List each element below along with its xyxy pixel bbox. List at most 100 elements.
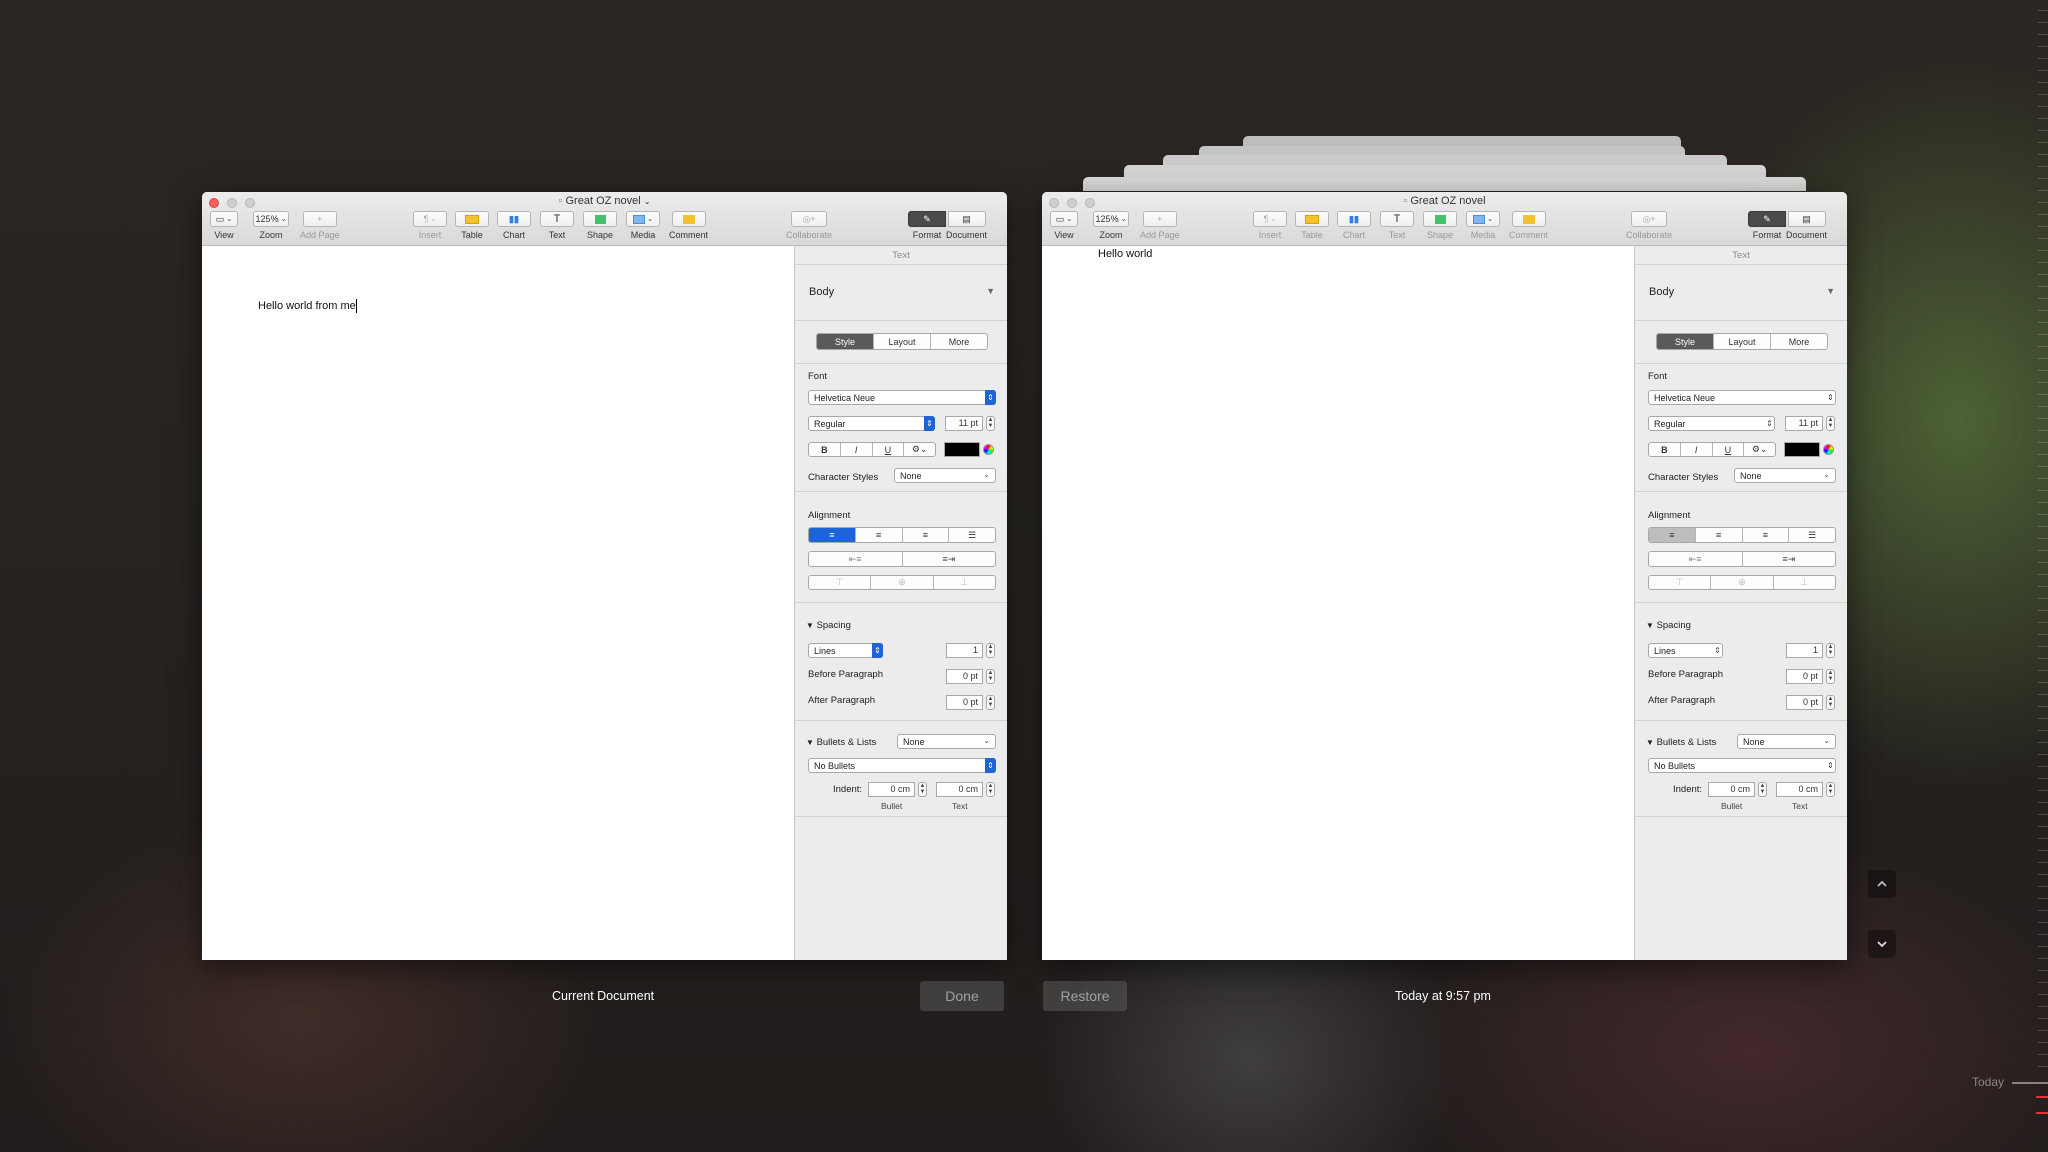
color-picker-icon[interactable] [983,444,994,455]
current-document-window[interactable]: ▫ Great OZ novel ⌄ ▭ ⌄ View 125% ⌄ Zoom + … [202,192,1007,960]
bullet-indent-field[interactable]: 0 cm [1708,782,1755,797]
collaborate-button[interactable]: ◎+ Collaborate [786,211,832,240]
tab-more[interactable]: More [931,334,987,349]
text-color-well[interactable] [944,442,980,457]
media-menu[interactable]: ⌄ Media [1466,211,1500,240]
after-paragraph-field[interactable]: 0 pt [946,695,983,710]
after-paragraph-stepper[interactable]: ▲ ▼ [1826,695,1835,710]
add-page-button[interactable]: + Add Page [300,211,340,240]
view-menu[interactable]: ▭ ⌄ View [210,211,238,240]
after-paragraph-field[interactable]: 0 pt [1786,695,1823,710]
line-spacing-stepper[interactable]: ▲ ▼ [1826,643,1835,658]
align-right-button[interactable]: ≡ [1743,528,1790,542]
decrease-indent-button[interactable]: ⇤≡ [809,552,903,566]
title-bar[interactable]: ▫ Great OZ novel ⌄ ▭ ⌄ View 125% ⌄ Zoom + … [202,192,1007,246]
text-indent-field[interactable]: 0 cm [1776,782,1823,797]
zoom-menu[interactable]: 125% ⌄ Zoom [253,211,289,240]
text-indent-stepper[interactable]: ▲ ▼ [1826,782,1835,797]
before-paragraph-field[interactable]: 0 pt [1786,669,1823,684]
paragraph-style-menu[interactable]: Body ▼ [1649,286,1839,304]
spacing-disclosure[interactable]: ▼ Spacing [1646,620,1691,631]
list-style-select[interactable]: None ⌄ [1737,734,1836,749]
document-button[interactable]: ▤ Document [946,211,987,240]
align-left-button[interactable]: ≡ [1649,528,1696,542]
align-top-button[interactable]: ⊤ [809,576,872,589]
align-bottom-button[interactable]: ⊥ [1774,576,1835,589]
comment-button[interactable]: Comment [669,211,708,240]
document-body-text[interactable]: Hello world [1098,248,1152,260]
underline-button[interactable]: U [1713,443,1745,456]
character-styles-select[interactable]: None ⌄ [1734,468,1836,483]
line-spacing-field[interactable]: 1 [946,643,983,658]
underline-button[interactable]: U [873,443,905,456]
format-button[interactable]: ✎ Format [908,211,946,240]
font-weight-select[interactable]: Regular ⇕ [1648,416,1775,431]
increase-indent-button[interactable]: ≡⇥ [903,552,996,566]
format-button[interactable]: ✎ Format [1748,211,1786,240]
scroll-down-button[interactable] [1868,930,1896,958]
line-spacing-stepper[interactable]: ▲ ▼ [986,643,995,658]
spacing-disclosure[interactable]: ▼ Spacing [806,620,851,631]
tab-layout[interactable]: Layout [1714,334,1771,349]
table-button[interactable]: Table [1295,211,1329,240]
scroll-up-button[interactable] [1868,870,1896,898]
text-box-button[interactable]: T Text [540,211,574,240]
comment-button[interactable]: Comment [1509,211,1548,240]
tab-layout[interactable]: Layout [874,334,931,349]
align-top-button[interactable]: ⊤ [1649,576,1712,589]
italic-button[interactable]: I [841,443,873,456]
italic-button[interactable]: I [1681,443,1713,456]
text-box-button[interactable]: T Text [1380,211,1414,240]
align-left-button[interactable]: ≡ [809,528,856,542]
character-styles-select[interactable]: None ⌄ [894,468,996,483]
align-center-button[interactable]: ≡ [856,528,903,542]
bold-button[interactable]: B [809,443,841,456]
done-button[interactable]: Done [920,981,1004,1011]
increase-indent-button[interactable]: ≡⇥ [1743,552,1836,566]
align-middle-button[interactable]: ⊕ [1711,576,1774,589]
font-size-field[interactable]: 11 pt [945,416,983,431]
bullet-type-select[interactable]: No Bullets ⇕ [1648,758,1836,773]
font-weight-select[interactable]: Regular ⇕ [808,416,935,431]
text-options-menu[interactable]: ⚙⌄ [1744,443,1775,456]
version-timeline[interactable] [2012,0,2048,1152]
insert-menu[interactable]: ¶ ⌄ Insert [413,211,447,240]
before-paragraph-field[interactable]: 0 pt [946,669,983,684]
bullet-type-select[interactable]: No Bullets ⇕ [808,758,996,773]
restore-button[interactable]: Restore [1043,981,1127,1011]
tab-more[interactable]: More [1771,334,1827,349]
document-page[interactable]: Hello world [1042,246,1634,960]
before-paragraph-stepper[interactable]: ▲ ▼ [986,669,995,684]
shape-button[interactable]: Shape [583,211,617,240]
font-family-select[interactable]: Helvetica Neue ⇕ [808,390,996,405]
font-size-stepper[interactable]: ▲ ▼ [986,416,995,431]
bullets-lists-disclosure[interactable]: ▼ Bullets & Lists [806,737,876,748]
media-menu[interactable]: ⌄ Media [626,211,660,240]
list-style-select[interactable]: None ⌄ [897,734,996,749]
line-spacing-field[interactable]: 1 [1786,643,1823,658]
spacing-mode-select[interactable]: Lines ⇕ [1648,643,1723,658]
font-size-field[interactable]: 11 pt [1785,416,1823,431]
align-justify-button[interactable]: ☰ [949,528,995,542]
add-page-button[interactable]: + Add Page [1140,211,1180,240]
tab-style[interactable]: Style [1657,334,1714,349]
tab-style[interactable]: Style [817,334,874,349]
before-paragraph-stepper[interactable]: ▲ ▼ [1826,669,1835,684]
bullet-indent-field[interactable]: 0 cm [868,782,915,797]
paragraph-style-menu[interactable]: Body ▼ [809,286,999,304]
collaborate-button[interactable]: ◎+ Collaborate [1626,211,1672,240]
text-indent-stepper[interactable]: ▲ ▼ [986,782,995,797]
bold-button[interactable]: B [1649,443,1681,456]
color-picker-icon[interactable] [1823,444,1834,455]
document-button[interactable]: ▤ Document [1786,211,1827,240]
bullets-lists-disclosure[interactable]: ▼ Bullets & Lists [1646,737,1716,748]
spacing-mode-select[interactable]: Lines ⇕ [808,643,883,658]
align-middle-button[interactable]: ⊕ [871,576,934,589]
text-color-well[interactable] [1784,442,1820,457]
bullet-indent-stepper[interactable]: ▲ ▼ [1758,782,1767,797]
chart-button[interactable]: ▮▮ Chart [497,211,531,240]
title-bar[interactable]: ▫ Great OZ novel ▭ ⌄ View 125% ⌄ Zoom + Ad… [1042,192,1847,246]
view-menu[interactable]: ▭ ⌄ View [1050,211,1078,240]
window-title[interactable]: ▫ Great OZ novel ⌄ [202,195,1007,207]
shape-button[interactable]: Shape [1423,211,1457,240]
